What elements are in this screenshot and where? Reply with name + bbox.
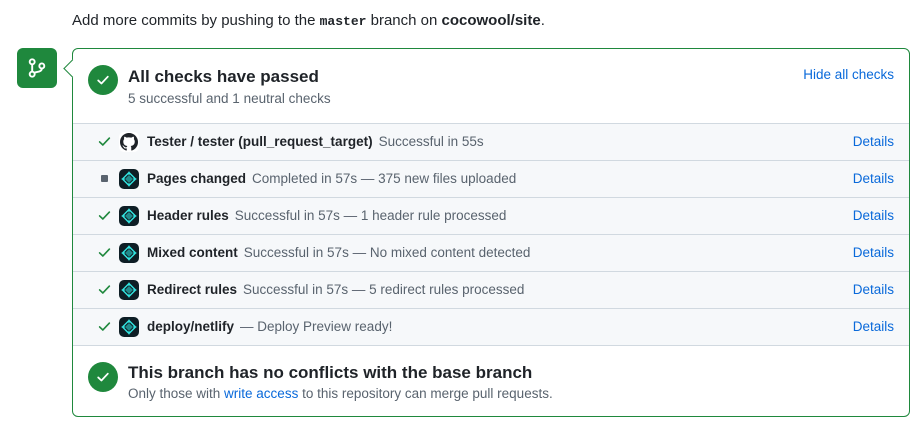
netlify-icon: [119, 169, 139, 189]
check-text: Header rules Successful in 57s — 1 header…: [147, 208, 506, 223]
check-name: Header rules: [147, 208, 229, 223]
details-link[interactable]: Details: [853, 208, 894, 223]
check-description: Successful in 57s — No mixed content det…: [243, 245, 531, 260]
checks-subtitle: 5 successful and 1 neutral checks: [128, 91, 331, 106]
check-description: — Deploy Preview ready!: [240, 319, 393, 334]
check-success-icon: [98, 209, 111, 222]
merge-box: All checks have passed 5 successful and …: [72, 48, 910, 417]
push-hint-middle: branch on: [366, 12, 442, 29]
check-description: Successful in 55s: [378, 134, 484, 149]
details-link[interactable]: Details: [853, 282, 894, 297]
merge-status: This branch has no conflicts with the ba…: [73, 345, 909, 417]
check-description: Successful in 57s — 5 redirect rules pro…: [243, 282, 525, 297]
checks-list: Tester / tester (pull_request_target) Suc…: [73, 123, 909, 345]
check-circle-icon: [88, 65, 118, 95]
netlify-icon: [119, 243, 139, 263]
check-name: Pages changed: [147, 171, 247, 186]
merge-sub-suffix: to this repository can merge pull reques…: [298, 386, 553, 401]
merge-sub-prefix: Only those with: [128, 386, 225, 401]
push-hint: Add more commits by pushing to the maste…: [72, 12, 545, 29]
branch-name: master: [319, 14, 367, 29]
check-row: Tester / tester (pull_request_target) Suc…: [73, 123, 909, 160]
checks-summary: All checks have passed 5 successful and …: [73, 49, 909, 123]
check-description: Completed in 57s — 375 new files uploade…: [252, 171, 517, 186]
merge-title: This branch has no conflicts with the ba…: [128, 363, 533, 382]
netlify-icon: [119, 317, 139, 337]
check-success-icon: [98, 320, 111, 333]
netlify-icon: [119, 206, 139, 226]
check-row: Redirect rules Successful in 57s — 5 redi…: [73, 271, 909, 308]
check-text: Redirect rules Successful in 57s — 5 redi…: [147, 282, 524, 297]
check-name: Redirect rules: [147, 282, 238, 297]
check-description: Successful in 57s — 1 header rule proces…: [234, 208, 507, 223]
write-access-link[interactable]: write access: [224, 386, 298, 401]
github-icon: [119, 132, 139, 152]
check-text: deploy/netlify — Deploy Preview ready!: [147, 319, 392, 334]
check-row: Header rules Successful in 57s — 1 header…: [73, 197, 909, 234]
check-text: Tester / tester (pull_request_target) Suc…: [147, 134, 484, 149]
check-neutral-icon: [98, 172, 111, 185]
check-success-icon: [98, 246, 111, 259]
check-row: Mixed content Successful in 57s — No mixe…: [73, 234, 909, 271]
check-row: Pages changed Completed in 57s — 375 new …: [73, 160, 909, 197]
check-name: Tester / tester (pull_request_target): [147, 134, 373, 149]
check-row: deploy/netlify — Deploy Preview ready! Det…: [73, 308, 909, 345]
repo-name: cocowool/site: [441, 12, 541, 29]
check-name: deploy/netlify: [147, 319, 235, 334]
git-branch-icon: [17, 48, 57, 88]
netlify-icon: [119, 280, 139, 300]
details-link[interactable]: Details: [853, 319, 894, 334]
checks-title: All checks have passed: [128, 67, 319, 86]
check-circle-icon: [88, 362, 118, 392]
check-name: Mixed content: [147, 245, 238, 260]
check-text: Mixed content Successful in 57s — No mixe…: [147, 245, 530, 260]
check-success-icon: [98, 283, 111, 296]
check-success-icon: [98, 135, 111, 148]
hide-all-checks-link[interactable]: Hide all checks: [803, 67, 894, 82]
merge-subtitle: Only those with write access to this rep…: [128, 386, 553, 401]
details-link[interactable]: Details: [853, 171, 894, 186]
push-hint-suffix: .: [540, 12, 545, 29]
details-link[interactable]: Details: [853, 134, 894, 149]
check-text: Pages changed Completed in 57s — 375 new …: [147, 171, 516, 186]
push-hint-prefix: Add more commits by pushing to the: [72, 12, 320, 29]
details-link[interactable]: Details: [853, 245, 894, 260]
